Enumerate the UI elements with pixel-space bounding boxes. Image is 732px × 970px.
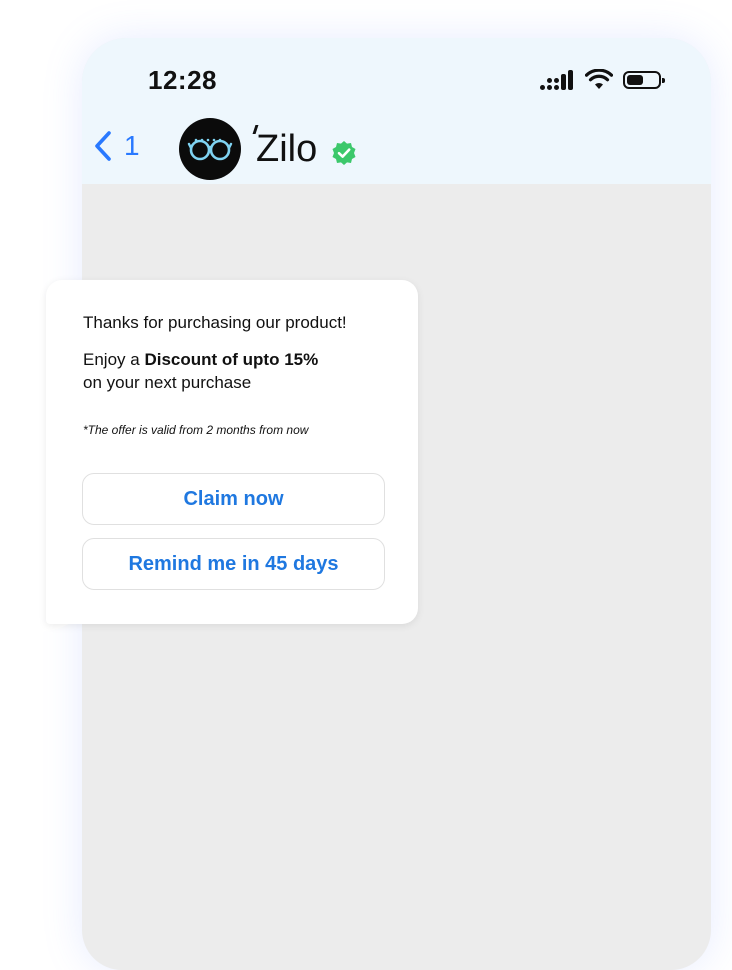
chat-header: 12:28 1 Zilo <box>82 38 711 184</box>
claim-now-button[interactable]: Claim now <box>82 473 385 525</box>
verified-badge-icon <box>332 141 356 165</box>
status-time: 12:28 <box>148 65 217 95</box>
glasses-icon <box>187 138 233 161</box>
battery-icon <box>623 71 665 89</box>
unread-count: 1 <box>124 130 140 161</box>
avatar[interactable] <box>179 118 241 180</box>
discount-prefix: Enjoy a <box>83 350 145 369</box>
signal-icon <box>540 70 573 90</box>
status-icons <box>540 68 665 92</box>
chevron-left-icon <box>95 131 111 161</box>
offer-validity-note: *The offer is valid from 2 months from n… <box>83 423 309 437</box>
screen: 12:28 1 Zilo Thanks for purchasing our p… <box>0 0 732 970</box>
back-button[interactable]: 1 <box>94 130 140 162</box>
discount-highlight: Discount of upto 15% <box>144 350 319 369</box>
brand-name: Zilo <box>256 128 318 170</box>
message-discount-text: Enjoy a Discount of upto 15% on your nex… <box>83 348 318 394</box>
remind-later-button[interactable]: Remind me in 45 days <box>82 538 385 590</box>
message-bubble: Thanks for purchasing our product! Enjoy… <box>46 280 418 624</box>
message-thanks-text: Thanks for purchasing our product! <box>83 313 347 332</box>
discount-suffix: on your next purchase <box>83 373 252 392</box>
wifi-icon <box>585 69 613 89</box>
